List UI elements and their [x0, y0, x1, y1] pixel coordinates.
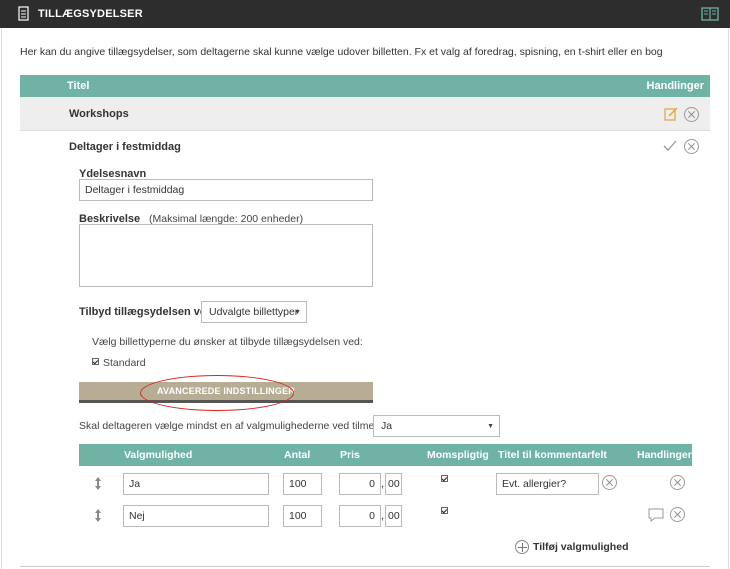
column-option: Valgmulighed [124, 449, 193, 461]
intro-text: Her kan du angive tillægsydelser, som de… [20, 46, 663, 58]
offer-select-value: Udvalgte billettyper [209, 306, 299, 318]
options-table-header: Valgmulighed Antal Pris Momspligtig Tite… [79, 444, 692, 466]
vat-checkbox[interactable] [441, 507, 448, 514]
price-int-input[interactable]: 0 [339, 505, 381, 527]
decimal-separator: , [381, 510, 385, 522]
must-choose-select[interactable]: Ja ▼ [373, 415, 500, 437]
page-title: TILLÆGSYDELSER [38, 8, 143, 20]
plus-icon[interactable] [515, 540, 529, 554]
clear-comment-icon[interactable] [602, 475, 617, 490]
standard-label: Standard [103, 357, 146, 369]
column-actions: Handlinger [646, 80, 704, 92]
item-row-workshops[interactable]: Workshops [20, 97, 710, 131]
item-name-expanded: Deltager i festmiddag [69, 141, 181, 153]
description-textarea[interactable] [79, 224, 373, 287]
price-dec-input[interactable]: 00 [385, 505, 402, 527]
caret-down-icon: ▼ [294, 309, 301, 316]
top-bar: TILLÆGSYDELSER [0, 0, 730, 28]
name-input[interactable]: Deltager i festmiddag [79, 179, 373, 201]
delete-icon[interactable] [684, 139, 699, 154]
option-input[interactable]: Nej [123, 505, 269, 527]
offer-select[interactable]: Udvalgte billettyper ▼ [201, 301, 307, 323]
column-actions: Handlinger [637, 449, 692, 461]
must-choose-value: Ja [381, 420, 393, 432]
offer-label: Tilbyd tillægsydelsen ved: [79, 306, 217, 318]
decimal-separator: , [381, 478, 385, 490]
column-comment-title: Titel til kommentarfelt [498, 449, 607, 461]
items-table-header: Titel Handlinger [20, 75, 710, 97]
vat-checkbox[interactable] [441, 475, 448, 482]
comment-icon[interactable] [648, 508, 664, 522]
must-choose-label: Skal deltageren vælge mindst en af valgm… [79, 420, 397, 432]
column-quantity: Antal [284, 449, 311, 461]
add-option-link[interactable]: Tilføj valgmulighed [533, 541, 628, 553]
price-int-input[interactable]: 0 [339, 473, 381, 495]
comment-title-input[interactable]: Evt. allergier? [496, 473, 599, 495]
item-name: Workshops [69, 108, 129, 120]
drag-handle-icon[interactable] [94, 509, 102, 522]
standard-checkbox[interactable] [92, 358, 99, 365]
ticket-types-label: Vælg billettyperne du ønsker at tilbyde … [92, 336, 363, 348]
check-icon[interactable] [663, 140, 677, 152]
edit-icon[interactable] [664, 107, 678, 121]
column-vat: Momspligtig [427, 449, 489, 461]
column-price: Pris [340, 449, 360, 461]
delete-icon[interactable] [684, 107, 699, 122]
book-icon[interactable] [701, 7, 719, 21]
column-title: Titel [67, 80, 90, 92]
drag-handle-icon[interactable] [94, 477, 102, 490]
document-icon [18, 6, 29, 21]
divider [20, 566, 710, 567]
quantity-input[interactable]: 100 [283, 473, 322, 495]
highlight-annotation [140, 375, 294, 411]
quantity-input[interactable]: 100 [283, 505, 322, 527]
price-dec-input[interactable]: 00 [385, 473, 402, 495]
option-input[interactable]: Ja [123, 473, 269, 495]
caret-down-icon: ▼ [487, 423, 494, 430]
delete-option-icon[interactable] [670, 475, 685, 490]
delete-option-icon[interactable] [670, 507, 685, 522]
